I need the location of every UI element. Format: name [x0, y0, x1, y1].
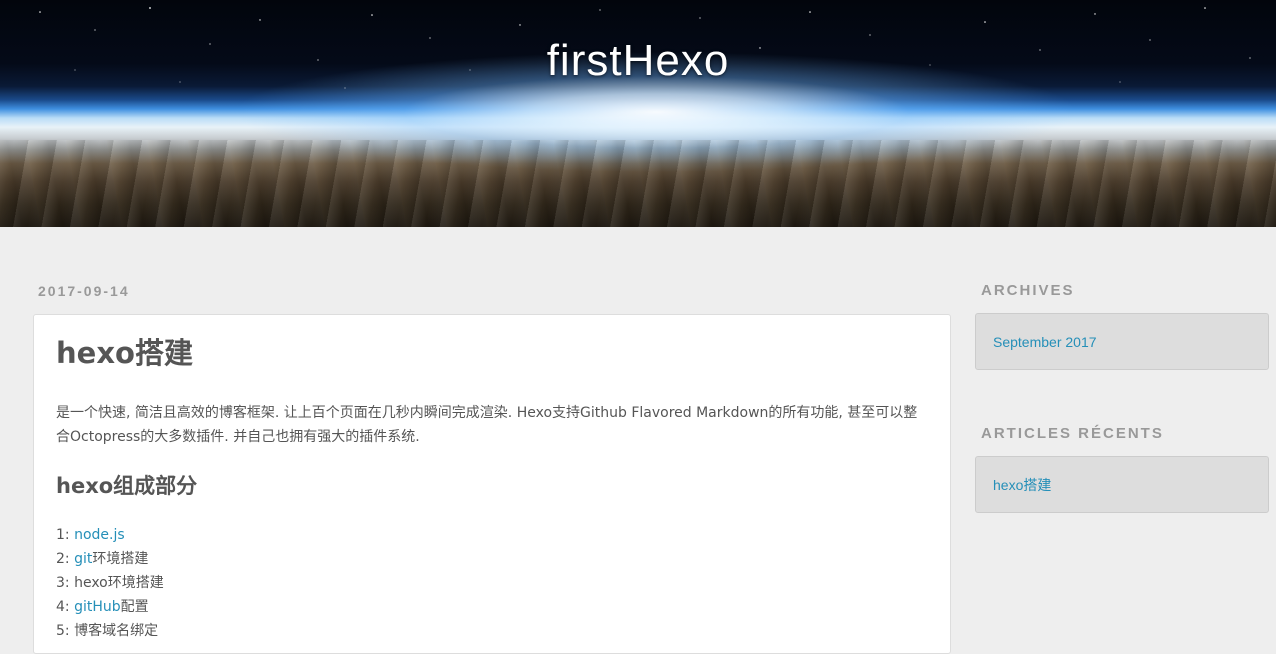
archives-title: ARCHIVES — [981, 282, 1075, 299]
cloud-layer-decoration — [0, 140, 1276, 227]
step-text: hexo环境搭建 — [74, 575, 164, 591]
step-number: 3: — [56, 575, 75, 591]
step-link[interactable]: gitHub — [74, 599, 121, 615]
steps-list: 1: node.js 2: git环境搭建 3: hexo环境搭建 4: git… — [56, 523, 928, 643]
recent-article-link[interactable]: hexo搭建 — [993, 477, 1051, 493]
list-item: 2: git环境搭建 — [56, 547, 928, 571]
recent-articles-widget: ARTICLES RÉCENTS hexo搭建 — [975, 425, 1269, 513]
step-number: 4: — [56, 599, 75, 615]
post-card: hexo搭建 是一个快速, 简洁且高效的博客框架. 让上百个页面在几秒内瞬间完成… — [33, 314, 951, 654]
post-intro: 是一个快速, 简洁且高效的博客框架. 让上百个页面在几秒内瞬间完成渲染. Hex… — [56, 405, 918, 445]
post-date[interactable]: 2017-09-14 — [38, 282, 953, 302]
list-item: 5: 博客域名绑定 — [56, 619, 928, 643]
step-number: 2: — [56, 551, 75, 567]
recent-articles-box: hexo搭建 — [975, 456, 1269, 513]
list-item: 4: gitHub配置 — [56, 595, 928, 619]
step-text: 配置 — [120, 599, 149, 615]
archive-link-september-2017[interactable]: September 2017 — [993, 334, 1097, 350]
step-link[interactable]: node.js — [74, 527, 125, 543]
sidebar: ARCHIVES September 2017 ARTICLES RÉCENTS… — [975, 282, 1269, 513]
section-heading: hexo组成部分 — [56, 474, 198, 498]
main-content: 2017-09-14 hexo搭建 是一个快速, 简洁且高效的博客框架. 让上百… — [33, 282, 953, 654]
recent-articles-title: ARTICLES RÉCENTS — [981, 425, 1164, 442]
step-text: 博客域名绑定 — [74, 623, 159, 639]
site-title[interactable]: firstHexo — [0, 36, 1276, 86]
header-banner: firstHexo — [0, 0, 1276, 227]
archives-box: September 2017 — [975, 313, 1269, 370]
step-text: 环境搭建 — [92, 551, 149, 567]
step-number: 5: — [56, 623, 75, 639]
post-title[interactable]: hexo搭建 — [56, 333, 928, 373]
archives-widget: ARCHIVES September 2017 — [975, 282, 1269, 370]
step-number: 1: — [56, 527, 75, 543]
list-item: 1: node.js — [56, 523, 928, 547]
step-link[interactable]: git — [74, 551, 92, 567]
list-item: 3: hexo环境搭建 — [56, 571, 928, 595]
